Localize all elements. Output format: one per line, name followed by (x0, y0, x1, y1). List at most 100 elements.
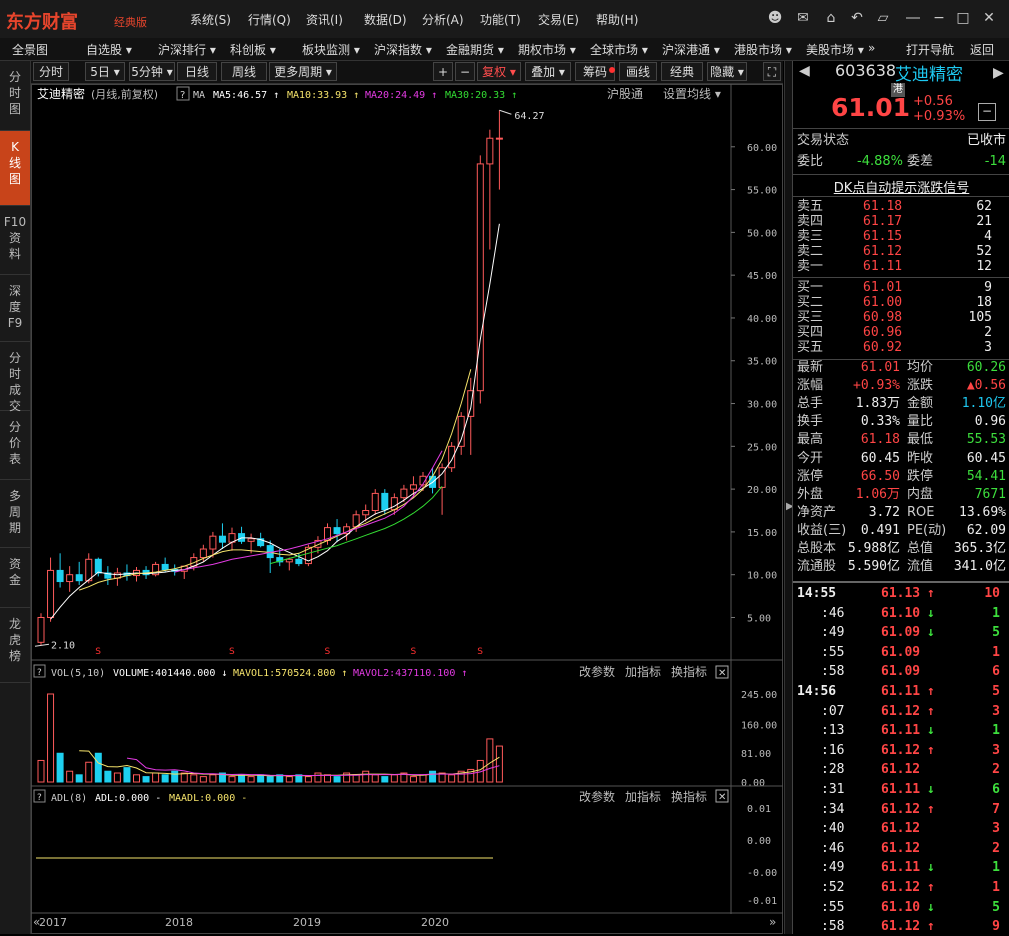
volume-bar[interactable] (171, 770, 179, 783)
candle-body[interactable] (333, 527, 341, 535)
tick-row[interactable]: :40 61.12 3 (797, 819, 1006, 838)
signal-marker[interactable]: S (229, 647, 235, 657)
volume-bar[interactable] (409, 776, 417, 783)
nav-item[interactable]: 沪深港通 ▾ (662, 41, 720, 58)
prev-stock-icon[interactable]: ◀ (799, 63, 810, 79)
ask-row[interactable]: 卖三 61.15 4 (797, 229, 1006, 244)
tick-row[interactable]: :46 61.12 2 (797, 839, 1006, 858)
tick-row[interactable]: :16 61.12 ↑ 3 (797, 741, 1006, 760)
chart-tool-button[interactable]: 复权 ▾ (477, 62, 521, 81)
volume-bar[interactable] (37, 759, 45, 783)
volume-bar[interactable] (429, 770, 437, 783)
bid-row[interactable]: 买二 61.00 18 (797, 295, 1006, 310)
volume-bar[interactable] (352, 774, 360, 783)
candle-body[interactable] (37, 616, 45, 643)
chart-tool-button[interactable]: − (455, 62, 475, 81)
menu-item[interactable]: 数据(D) (364, 11, 407, 28)
tick-row[interactable]: :55 61.09 1 (797, 643, 1006, 662)
mail-icon[interactable]: ✉ (794, 9, 812, 27)
period-button[interactable]: 5分钟 ▾ (129, 62, 175, 81)
volume-bar[interactable] (381, 776, 389, 783)
adl-panel-button[interactable]: 加指标 (625, 789, 661, 804)
volume-bar[interactable] (247, 776, 255, 783)
volume-bar[interactable] (390, 774, 398, 783)
volume-bar[interactable] (362, 770, 370, 783)
volume-bar[interactable] (190, 774, 198, 783)
signal-marker[interactable]: S (325, 647, 331, 657)
volume-bar[interactable] (152, 772, 160, 783)
tick-row[interactable]: 14:56 61.11 ↑ 5 (797, 682, 1006, 701)
tick-row[interactable]: :34 61.12 ↑ 7 (797, 800, 1006, 819)
left-tab[interactable]: K 线 图 (0, 131, 30, 206)
tick-row[interactable]: :58 61.09 6 (797, 662, 1006, 681)
candle-body[interactable] (56, 569, 64, 583)
menu-item[interactable]: 行情(Q) (248, 11, 291, 28)
scroll-left-button[interactable]: « (33, 915, 40, 929)
back-icon[interactable]: ↶ (848, 9, 866, 27)
volume-bar[interactable] (75, 774, 83, 783)
candle-body[interactable] (390, 497, 398, 511)
vol-panel-button[interactable]: 改参数 (579, 664, 615, 679)
candle-body[interactable] (448, 445, 456, 469)
bid-row[interactable]: 买一 61.01 9 (797, 280, 1006, 295)
tick-row[interactable]: :55 61.10 ↓ 5 (797, 898, 1006, 917)
adl-panel-button[interactable]: 换指标 (671, 789, 707, 804)
left-tab[interactable]: 龙 虎 榜 (0, 608, 30, 683)
volume-bar[interactable] (486, 738, 494, 783)
nav-item[interactable]: 港股市场 ▾ (734, 41, 792, 58)
menu-item[interactable]: 功能(T) (480, 11, 521, 28)
volume-bar[interactable] (47, 693, 55, 783)
left-tab[interactable]: F10 资 料 (0, 206, 30, 275)
candle-body[interactable] (295, 558, 303, 565)
maximize-icon[interactable]: □ (954, 9, 972, 27)
vol-panel-button[interactable]: 加指标 (625, 664, 661, 679)
volume-bar[interactable] (209, 774, 217, 783)
tick-row[interactable]: 14:55 61.13 ↑ 10 (797, 584, 1006, 603)
candle-body[interactable] (285, 558, 293, 563)
volume-bar[interactable] (228, 776, 236, 783)
dk-signal-link[interactable]: DK点自动提示涨跌信号 (793, 177, 1009, 196)
nav-item[interactable]: 全景图 (12, 41, 48, 58)
volume-bar[interactable] (448, 774, 456, 783)
chart-tool-button[interactable]: 经典 (661, 62, 703, 81)
period-button[interactable]: 更多周期 ▾ (269, 62, 337, 81)
left-tab[interactable]: 多 周 期 (0, 480, 30, 548)
nav-item[interactable]: 期权市场 ▾ (518, 41, 576, 58)
minimize-icon[interactable]: − (930, 9, 948, 27)
hgt-tag[interactable]: 沪股通 (607, 87, 643, 101)
close-icon[interactable]: ✕ (980, 9, 998, 27)
user-icon[interactable]: ☻ (766, 9, 784, 27)
chart-tool-button[interactable]: 隐藏 ▾ (707, 62, 747, 81)
tick-row[interactable]: :58 61.12 ↑ 9 (797, 917, 1006, 936)
vol-panel-button[interactable]: 换指标 (671, 664, 707, 679)
candle-body[interactable] (247, 538, 255, 542)
volume-bar[interactable] (180, 772, 188, 783)
candle-body[interactable] (199, 548, 207, 559)
volume-bar[interactable] (94, 752, 102, 783)
period-button[interactable]: 分时 (33, 62, 69, 81)
period-button[interactable]: 5日 ▾ (85, 62, 125, 81)
candle-body[interactable] (66, 574, 74, 583)
nav-item[interactable]: 金融期货 ▾ (446, 41, 504, 58)
period-button[interactable]: 周线 (221, 62, 267, 81)
left-tab[interactable]: 分 时 图 (0, 61, 30, 131)
volume-bar[interactable] (142, 776, 150, 783)
candle-body[interactable] (209, 535, 217, 550)
back-button[interactable]: 返回 (970, 41, 994, 58)
signal-marker[interactable]: S (410, 647, 416, 657)
volume-bar[interactable] (104, 770, 112, 783)
nav-item[interactable]: 沪深指数 ▾ (374, 41, 432, 58)
volume-bar[interactable] (238, 774, 246, 783)
scroll-right-button[interactable]: » (769, 915, 776, 929)
tick-row[interactable]: :31 61.11 ↓ 6 (797, 780, 1006, 799)
kline-chart[interactable]: 艾迪精密 (月线,前复权)? MA MA5:46.57 ↑ MA10:33.93 ↑ MA… (31, 84, 783, 934)
nav-item[interactable]: 全球市场 ▾ (590, 41, 648, 58)
tick-row[interactable]: :07 61.12 ↑ 3 (797, 702, 1006, 721)
tick-row[interactable]: :46 61.10 ↓ 1 (797, 604, 1006, 623)
chart-tool-button[interactable]: ⛶ (763, 62, 781, 81)
candle-body[interactable] (400, 488, 408, 499)
volume-bar[interactable] (419, 774, 427, 783)
candle-body[interactable] (218, 535, 226, 543)
ask-row[interactable]: 卖四 61.17 21 (797, 214, 1006, 229)
nav-item[interactable]: 自选股 ▾ (86, 41, 132, 58)
